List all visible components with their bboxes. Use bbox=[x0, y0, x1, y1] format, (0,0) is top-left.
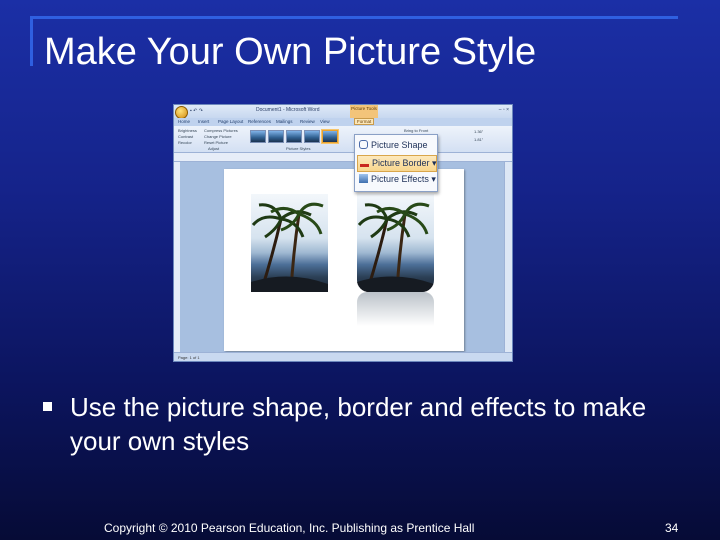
palm-tree-illustration-styled bbox=[357, 202, 434, 292]
pencil-border-icon bbox=[360, 158, 369, 167]
title-accent-bar bbox=[30, 16, 33, 66]
bullet-text: Use the picture shape, border and effect… bbox=[70, 392, 647, 456]
bullet-marker bbox=[43, 402, 52, 411]
title-accent-line bbox=[30, 16, 678, 19]
picture-tools-context: Picture Tools bbox=[350, 105, 378, 118]
word-screenshot: ▪ ↶ ↷ Document1 - Microsoft Word Picture… bbox=[173, 104, 513, 362]
tab-format[interactable]: Format bbox=[354, 118, 375, 125]
picture-style-1[interactable] bbox=[250, 130, 266, 143]
ribbon: Brightness Contrast Recolor Compress Pic… bbox=[174, 126, 512, 153]
menu-label-picture-shape: Picture Shape bbox=[371, 140, 428, 150]
palm-tree-illustration bbox=[251, 202, 328, 292]
reset-picture-button[interactable]: Reset Picture bbox=[204, 140, 228, 145]
page-status: Page: 1 of 1 bbox=[178, 355, 200, 360]
palm-tree-picture-styled[interactable] bbox=[357, 194, 434, 292]
picture-style-2[interactable] bbox=[268, 130, 284, 143]
tab-insert[interactable]: Insert bbox=[198, 119, 209, 124]
slide-title: Make Your Own Picture Style bbox=[44, 31, 537, 73]
picture-style-5[interactable] bbox=[322, 130, 338, 143]
vertical-ruler bbox=[174, 162, 180, 352]
quick-access-toolbar: ▪ ↶ ↷ Document1 - Microsoft Word Picture… bbox=[174, 105, 512, 119]
qat-icons[interactable]: ▪ ↶ ↷ bbox=[190, 108, 203, 114]
tab-home[interactable]: Home bbox=[178, 119, 190, 124]
brightness-button[interactable]: Brightness bbox=[178, 128, 197, 133]
menu-label-picture-border: Picture Border bbox=[372, 158, 430, 168]
slide-number: 34 bbox=[665, 521, 679, 535]
shape-icon bbox=[359, 140, 368, 149]
status-bar: Page: 1 of 1 bbox=[174, 352, 512, 361]
menu-item-picture-effects[interactable]: Picture Effects ▾ bbox=[357, 172, 436, 187]
tab-review[interactable]: Review bbox=[300, 119, 315, 124]
bring-to-front-button[interactable]: Bring to Front bbox=[404, 128, 428, 133]
window-title: Document1 - Microsoft Word bbox=[256, 107, 320, 113]
palm-tree-picture-original[interactable] bbox=[251, 194, 328, 292]
change-picture-button[interactable]: Change Picture bbox=[204, 134, 232, 139]
compress-pictures-button[interactable]: Compress Pictures bbox=[204, 128, 238, 133]
recolor-button[interactable]: Recolor bbox=[178, 140, 192, 145]
menu-item-picture-shape[interactable]: Picture Shape bbox=[357, 138, 435, 153]
picture-style-3[interactable] bbox=[286, 130, 302, 143]
height-field[interactable]: 1.36" bbox=[474, 129, 483, 134]
tab-mailings[interactable]: Mailings bbox=[276, 119, 293, 124]
menu-label-picture-effects: Picture Effects bbox=[371, 174, 429, 184]
ribbon-tabs: Home Insert Page Layout References Maili… bbox=[174, 118, 512, 126]
vertical-scrollbar[interactable] bbox=[504, 162, 512, 352]
width-field[interactable]: 1.81" bbox=[474, 137, 483, 142]
tab-references[interactable]: References bbox=[248, 119, 271, 124]
effects-icon bbox=[359, 174, 368, 183]
menu-item-picture-border[interactable]: Picture Border ▾ bbox=[357, 155, 437, 172]
picture-format-menu: Picture Shape Picture Border ▾ Picture E… bbox=[354, 134, 438, 192]
picture-styles-group-label: Picture Styles bbox=[286, 146, 311, 151]
adjust-group-label: Adjust bbox=[208, 146, 220, 151]
picture-reflection bbox=[357, 292, 434, 326]
tab-page-layout[interactable]: Page Layout bbox=[218, 119, 243, 124]
picture-style-4[interactable] bbox=[304, 130, 320, 143]
window-controls[interactable]: – ▫ × bbox=[499, 107, 509, 113]
tab-view[interactable]: View bbox=[320, 119, 330, 124]
copyright-footer: Copyright © 2010 Pearson Education, Inc.… bbox=[104, 521, 475, 535]
horizontal-ruler bbox=[174, 153, 512, 162]
contrast-button[interactable]: Contrast bbox=[178, 134, 193, 139]
